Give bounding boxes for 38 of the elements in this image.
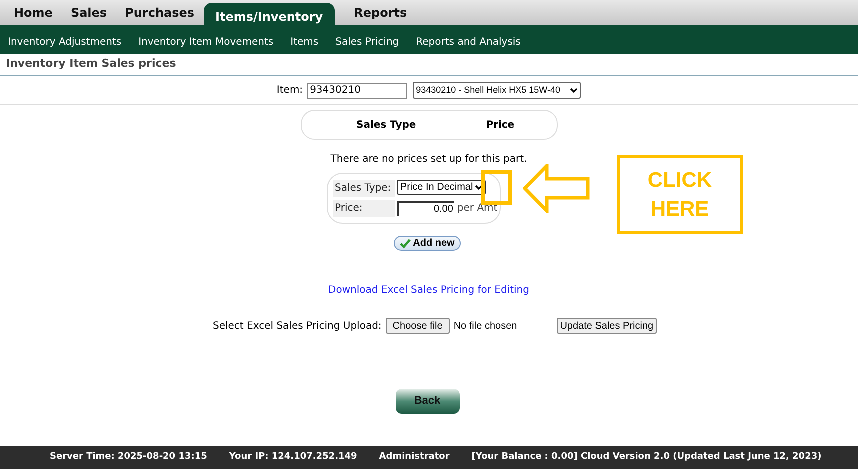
item-select[interactable]: 93430210 - Shell Helix HX5 15W-40 xyxy=(413,82,582,99)
footer-text: Your IP: 124.107.252.149 xyxy=(229,450,358,464)
nav-tab[interactable]: Sales xyxy=(62,0,116,25)
column-header: Sales Type xyxy=(356,118,416,132)
price-unit: per Amt xyxy=(457,202,498,216)
sub-menu-link[interactable]: Reports and Analysis xyxy=(416,35,521,50)
sub-menu-link[interactable]: Sales Pricing xyxy=(336,35,400,50)
update-pricing-button[interactable]: Update Sales Pricing xyxy=(557,318,657,334)
field-label: Price: xyxy=(333,200,396,217)
price-input-field[interactable]: 0.00 xyxy=(397,201,454,216)
highlight-square xyxy=(481,170,512,205)
sub-menu-link[interactable]: Inventory Item Movements xyxy=(138,35,274,50)
sub-menu-link[interactable]: Items xyxy=(290,35,319,50)
sales-type-select[interactable]: Price In Decimal xyxy=(397,180,486,195)
arrow-icon xyxy=(523,164,590,213)
column-header: Price xyxy=(486,118,515,132)
back-button[interactable]: Back xyxy=(396,389,460,414)
callout-box: CLICK HERE xyxy=(617,155,743,234)
item-label: Item: xyxy=(276,84,304,98)
sub-menu-link[interactable]: Inventory Adjustments xyxy=(8,35,122,50)
choose-file-button[interactable]: Choose file xyxy=(386,318,450,334)
add-new-button[interactable]: Add new xyxy=(394,236,461,251)
page-title: Inventory Item Sales prices xyxy=(6,56,176,72)
chevron-icon xyxy=(570,88,578,94)
nav-tab[interactable]: Reports xyxy=(345,0,416,25)
nav-tab[interactable]: Home xyxy=(5,0,62,25)
chevron-icon xyxy=(475,184,484,190)
footer-text: Administrator xyxy=(379,450,450,464)
field-label: Sales Type: xyxy=(333,180,396,197)
upload-label: Select Excel Sales Pricing Upload: xyxy=(213,320,382,334)
download-link[interactable]: Download Excel Sales Pricing for Editing xyxy=(328,283,530,298)
checkmark-icon xyxy=(400,238,412,248)
nav-tab[interactable]: Purchases xyxy=(116,0,204,25)
footer-text: Server Time: 2025-08-20 13:15 xyxy=(50,450,208,464)
empty-message: There are no prices set up for this part. xyxy=(330,153,528,167)
file-status: No file chosen xyxy=(454,320,518,334)
footer-text: [Your Balance : 0.00] Cloud Version 2.0 (Updated Last June 12, 2023) xyxy=(472,450,822,464)
item-input-field[interactable]: 93430210 xyxy=(307,82,408,98)
